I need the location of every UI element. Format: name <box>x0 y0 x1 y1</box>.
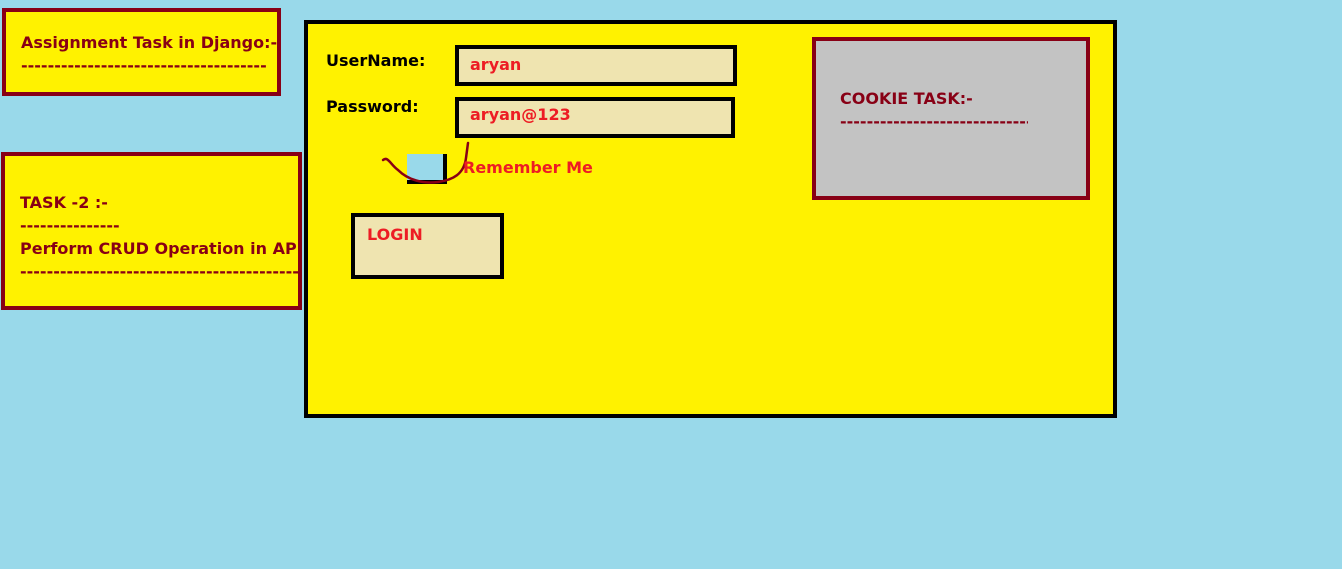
cookie-divider: ------------------------------ <box>840 112 1028 131</box>
username-input[interactable]: aryan <box>455 45 737 86</box>
assignment-divider: --------------------------------------- <box>21 56 266 75</box>
cookie-title: COOKIE TASK:- <box>840 89 973 108</box>
password-input[interactable]: aryan@123 <box>455 97 735 138</box>
task2-description: Perform CRUD Operation in API:- <box>20 239 316 258</box>
assignment-title: Assignment Task in Django:- <box>21 33 278 52</box>
login-button[interactable]: LOGIN <box>351 213 504 279</box>
task2-title: TASK -2 :- <box>20 193 108 212</box>
assignment-note: Assignment Task in Django:- ------------… <box>2 8 281 96</box>
username-label: UserName: <box>326 51 426 70</box>
task2-note: TASK -2 :- --------------- Perform CRUD … <box>1 152 316 310</box>
task2-description-divider: ----------------------------------------… <box>20 262 298 281</box>
remember-me-label[interactable]: Remember Me <box>463 158 593 177</box>
cookie-task-note: COOKIE TASK:- --------------------------… <box>812 37 1090 200</box>
login-panel: UserName: aryan Password: aryan@123 Reme… <box>304 20 1117 418</box>
password-label: Password: <box>326 97 419 116</box>
task2-title-divider: --------------- <box>20 216 120 235</box>
